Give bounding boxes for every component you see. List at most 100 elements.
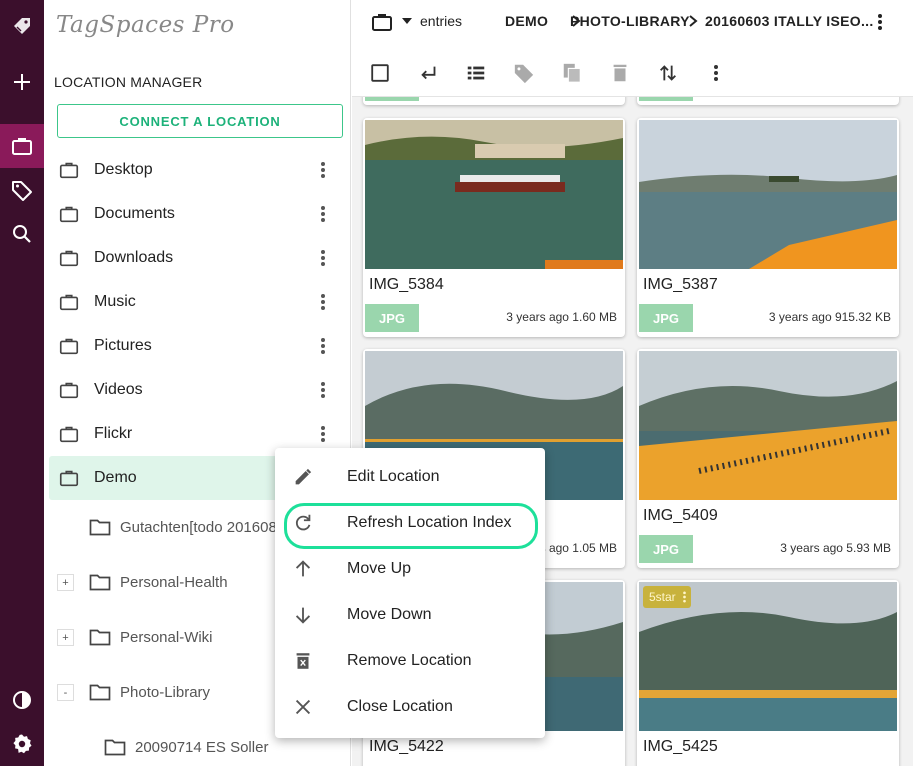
menu-item-edit-location[interactable]: Edit Location — [275, 454, 545, 500]
file-type-badge[interactable]: JPG — [639, 304, 693, 332]
tree-folder-label: Photo-Library — [120, 683, 211, 701]
theme-icon[interactable] — [0, 678, 44, 722]
file-card[interactable]: IMG_5387 JPG 3 years ago 915.32 KB — [637, 118, 899, 337]
expand-icon[interactable]: + — [57, 629, 74, 646]
location-label: Demo — [94, 469, 137, 486]
file-card-partial[interactable] — [363, 97, 625, 105]
location-item-music[interactable]: Music — [49, 280, 346, 324]
checkbox-icon[interactable] — [368, 61, 392, 85]
more-vert-icon[interactable] — [313, 292, 333, 312]
folder-icon — [89, 628, 111, 646]
tagspaces-logo-icon[interactable] — [0, 4, 44, 48]
folder-icon — [89, 573, 111, 591]
file-card-partial[interactable] — [637, 97, 899, 105]
briefcase-icon[interactable] — [370, 10, 394, 34]
collapse-icon[interactable]: - — [57, 684, 74, 701]
file-name: IMG_5409 — [643, 507, 718, 524]
tree-folder-label: Personal-Health — [120, 573, 228, 591]
file-type-badge[interactable]: JPG — [639, 535, 693, 563]
menu-item-label: Close Location — [347, 698, 453, 715]
tag-label: 5star — [649, 590, 676, 604]
delete-icon — [292, 650, 314, 672]
location-item-downloads[interactable]: Downloads — [49, 236, 346, 280]
location-label: Desktop — [94, 161, 153, 178]
delete-icon[interactable] — [608, 61, 632, 85]
connect-location-button[interactable]: CONNECT A LOCATION — [57, 104, 343, 138]
menu-item-move-down[interactable]: Move Down — [275, 592, 545, 638]
briefcase-icon — [58, 291, 80, 313]
location-label: Pictures — [94, 337, 152, 354]
gear-icon[interactable] — [0, 722, 44, 766]
more-vert-icon[interactable] — [870, 12, 890, 32]
file-type-badge[interactable]: JPG — [365, 304, 419, 332]
tag-icon[interactable] — [512, 61, 536, 85]
refresh-icon — [292, 512, 314, 534]
briefcase-icon — [58, 379, 80, 401]
folder-icon — [104, 738, 126, 756]
more-vert-icon[interactable] — [313, 380, 333, 400]
edit-icon — [292, 466, 314, 488]
caret-down-icon[interactable] — [400, 14, 414, 28]
file-card[interactable]: IMG_5409 JPG 3 years ago 5.93 MB — [637, 349, 899, 568]
expand-icon[interactable]: + — [57, 574, 74, 591]
more-vert-icon — [682, 591, 686, 603]
file-meta: 3 years ago 915.32 KB — [768, 310, 891, 324]
tag-chip[interactable]: 5star — [643, 586, 691, 608]
file-thumbnail — [365, 120, 623, 269]
more-vert-icon[interactable] — [313, 160, 333, 180]
more-vert-icon[interactable] — [313, 424, 333, 444]
location-context-menu: Edit Location Refresh Location Index Move … — [275, 448, 545, 738]
chevron-right-icon — [686, 13, 700, 34]
app-logo: TagSpaces Pro — [56, 12, 235, 38]
file-thumbnail — [639, 351, 897, 500]
tree-folder-label: Gutachten[todo 201608 — [120, 518, 277, 536]
more-vert-icon[interactable] — [313, 248, 333, 268]
list-view-icon[interactable] — [464, 61, 488, 85]
breadcrumb-item[interactable]: DEMO — [505, 13, 548, 29]
folder-icon — [89, 518, 111, 536]
briefcase-icon — [58, 159, 80, 181]
menu-item-label: Remove Location — [347, 652, 472, 669]
more-vert-icon[interactable] — [704, 61, 728, 85]
location-manager-title: LOCATION MANAGER — [54, 74, 203, 90]
arrow-up-icon — [292, 558, 314, 580]
parent-folder-icon[interactable] — [417, 61, 441, 85]
folder-icon — [89, 683, 111, 701]
search-icon[interactable] — [0, 212, 44, 256]
file-thumbnail — [639, 120, 897, 269]
navigation-rail — [0, 0, 44, 766]
entries-label: entries — [420, 13, 463, 29]
location-item-desktop[interactable]: Desktop — [49, 148, 346, 192]
file-card[interactable]: 5starIMG_5425JPG — [637, 580, 899, 766]
tag-icon[interactable] — [0, 168, 44, 212]
location-label: Music — [94, 293, 136, 310]
location-item-documents[interactable]: Documents — [49, 192, 346, 236]
header-bar: entries DEMO PHOTO-LIBRARY 20160603 ITAL… — [352, 0, 913, 44]
tree-folder-label: 20090714 ES Soller — [135, 738, 269, 756]
briefcase-icon — [58, 467, 80, 489]
more-vert-icon[interactable] — [313, 336, 333, 356]
file-card[interactable]: IMG_5384 JPG 3 years ago 1.60 MB — [363, 118, 625, 337]
breadcrumb-item[interactable]: 20160603 ITALLY ISEO... — [705, 13, 874, 29]
file-meta: 3 years ago 1.60 MB — [506, 310, 617, 324]
toolbar — [352, 50, 913, 96]
location-label: Flickr — [94, 425, 133, 442]
sort-icon[interactable] — [656, 61, 680, 85]
more-vert-icon[interactable] — [313, 204, 333, 224]
file-name: IMG_5384 — [369, 276, 444, 293]
location-item-pictures[interactable]: Pictures — [49, 324, 346, 368]
copy-icon[interactable] — [560, 61, 584, 85]
briefcase-icon — [58, 203, 80, 225]
breadcrumb-item[interactable]: PHOTO-LIBRARY — [570, 13, 690, 29]
plus-icon[interactable] — [0, 60, 44, 104]
menu-item-close-location[interactable]: Close Location — [275, 684, 545, 730]
menu-item-move-up[interactable]: Move Up — [275, 546, 545, 592]
menu-item-remove-location[interactable]: Remove Location — [275, 638, 545, 684]
menu-item-refresh-location-index[interactable]: Refresh Location Index — [275, 500, 545, 549]
close-icon — [292, 696, 314, 718]
location-item-videos[interactable]: Videos — [49, 368, 346, 412]
menu-item-label: Edit Location — [347, 468, 440, 485]
file-meta: 3 years ago 5.93 MB — [780, 541, 891, 555]
file-name: IMG_5387 — [643, 276, 718, 293]
briefcase-icon[interactable] — [0, 124, 44, 168]
